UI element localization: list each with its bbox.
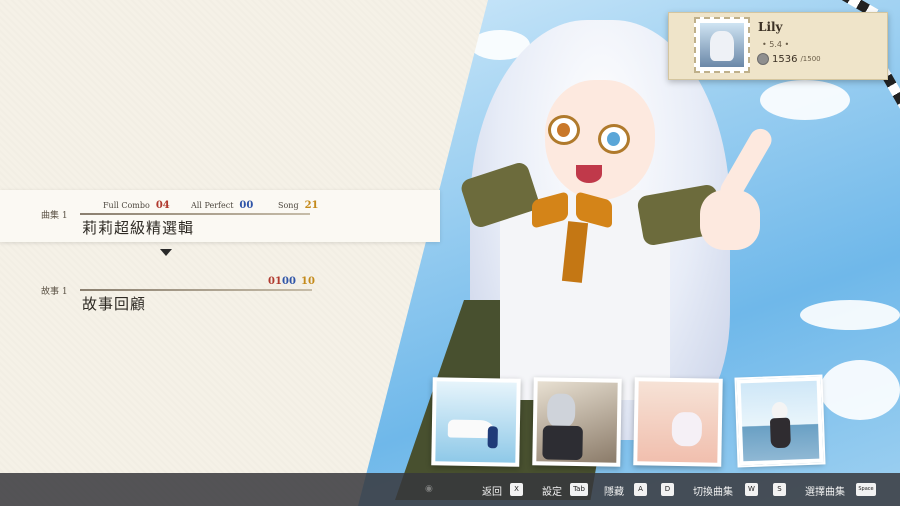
player-name: Lily [758, 20, 783, 34]
collection-thumbnail-selected[interactable] [734, 374, 826, 468]
song-count-stat: 10 [301, 276, 315, 287]
key-settings[interactable]: Tab [570, 483, 588, 496]
song-count-stat: Song 21 [278, 200, 319, 211]
hint-hide: 隱藏 [604, 487, 624, 498]
control-hint-bar [0, 473, 900, 506]
collection-thumbnail[interactable] [532, 377, 622, 467]
key-switch-w[interactable]: W [745, 483, 758, 496]
player-level: • 5.4 • [762, 40, 790, 49]
key-switch-s[interactable]: S [773, 483, 786, 496]
divider [80, 213, 310, 215]
collection-title: 莉莉超級精選輯 [82, 219, 195, 237]
key-select[interactable]: Space [856, 483, 876, 496]
collection-title[interactable]: 故事回顧 [82, 293, 146, 314]
cloud [800, 300, 900, 330]
key-hide-a[interactable]: A [634, 483, 647, 496]
watermark: ◉ [425, 484, 433, 494]
hint-settings: 設定 [542, 487, 562, 498]
cloud [820, 360, 900, 420]
collection-thumbnail[interactable] [633, 377, 723, 467]
triangle-down-icon [160, 249, 172, 256]
collection-tag: 故事 1 [41, 287, 68, 297]
coin-icon [757, 53, 769, 65]
all-perfect-stat: 00 [282, 276, 296, 287]
key-hide-d[interactable]: D [661, 483, 674, 496]
collection-tag: 曲集 1 [41, 211, 68, 221]
coin-counter: 1536/1500 [757, 53, 821, 65]
cloud [760, 80, 850, 120]
hint-back: 返回 [482, 487, 502, 498]
avatar [694, 17, 750, 73]
divider [80, 289, 312, 291]
collection-thumbnail[interactable] [431, 377, 521, 467]
hint-select-collection: 選擇曲集 [805, 487, 845, 498]
all-perfect-stat: All Perfect 00 [191, 200, 254, 211]
game-screen: Full Combo 04 All Perfect 00 Song 21 曲集 1 莉… [0, 0, 900, 506]
key-back[interactable]: X [510, 483, 523, 496]
hint-switch-collection: 切換曲集 [693, 487, 733, 498]
full-combo-stat: Full Combo 04 [103, 200, 170, 211]
